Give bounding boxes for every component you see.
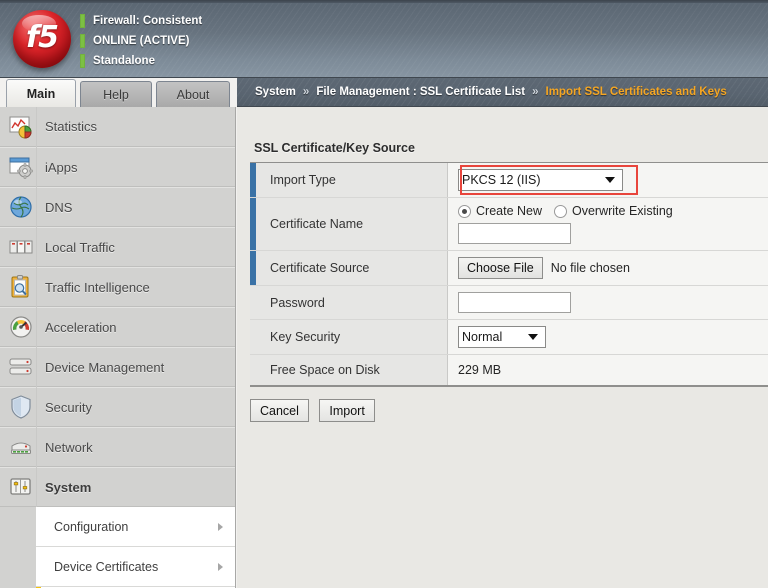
status-indicator-icon (80, 14, 85, 28)
sidebar-label-acceleration: Acceleration (45, 319, 117, 335)
cancel-button[interactable]: Cancel (250, 399, 309, 422)
status-row-standalone: Standalone (80, 52, 202, 70)
tab-about[interactable]: About (156, 81, 230, 107)
security-shield-icon (8, 394, 34, 420)
submenu-label-device-certificates: Device Certificates (54, 559, 159, 574)
form-row-key-security: Key Security Normal (250, 320, 768, 355)
sidebar-label-iapps: iApps (45, 159, 78, 175)
app-header: f5 Firewall: Consistent ONLINE (ACTIVE) … (0, 0, 768, 78)
status-label-online: ONLINE (ACTIVE) (93, 35, 190, 47)
sidebar-label-network: Network (45, 439, 93, 455)
label-certificate-name: Certificate Name (256, 198, 448, 250)
breadcrumb-separator-icon: » (302, 86, 310, 98)
file-status-text: No file chosen (550, 261, 630, 275)
ssl-source-form-table: Import Type PKCS 12 (IIS) Certificate Na… (250, 162, 768, 387)
choose-file-button[interactable]: Choose File (458, 257, 543, 279)
value-password (448, 286, 768, 319)
value-free-space: 229 MB (448, 355, 768, 385)
dns-globe-icon (8, 194, 34, 220)
sidebar-label-security: Security (45, 399, 92, 415)
password-input[interactable] (458, 292, 571, 313)
section-title: SSL Certificate/Key Source (254, 141, 415, 155)
label-certificate-source: Certificate Source (256, 251, 448, 285)
form-action-buttons: Cancel Import (250, 399, 381, 422)
sidebar-label-dns: DNS (45, 199, 73, 215)
label-free-space: Free Space on Disk (256, 355, 448, 385)
f5-logo-label: f5 (26, 19, 59, 55)
radio-label-create-new: Create New (476, 204, 542, 218)
free-space-value: 229 MB (458, 363, 502, 377)
submenu-label-configuration: Configuration (54, 519, 129, 534)
label-import-type: Import Type (256, 163, 448, 197)
sidebar-label-system: System (45, 479, 92, 495)
sidebar-label-statistics: Statistics (45, 119, 98, 134)
form-row-free-space: Free Space on Disk 229 MB (250, 355, 768, 385)
statistics-chart-icon (8, 114, 34, 140)
system-status-list: Firewall: Consistent ONLINE (ACTIVE) Sta… (80, 12, 202, 72)
iapps-window-gear-icon (8, 154, 34, 180)
form-row-certificate-source: Certificate Source Choose File No file c… (250, 251, 768, 286)
key-security-select-wrapper: Normal (458, 326, 546, 348)
radio-overwrite-existing[interactable] (554, 204, 567, 218)
network-switch-icon (8, 434, 34, 460)
device-management-stack-icon (8, 354, 34, 380)
submenu-item-device-certificates[interactable]: Device Certificates (36, 547, 235, 587)
value-key-security: Normal (448, 320, 768, 354)
main-navigation-sidebar: Statistics iApps DNS Local Traffic Traff… (0, 107, 236, 588)
radio-label-overwrite-existing: Overwrite Existing (572, 204, 673, 218)
top-tab-bar: Main Help About (0, 78, 240, 107)
content-area: System » File Management : SSL Certifica… (237, 78, 768, 588)
acceleration-gauge-icon (8, 314, 34, 340)
status-indicator-icon (80, 54, 85, 68)
certificate-name-input[interactable] (458, 223, 571, 244)
traffic-intelligence-clipboard-icon (8, 274, 34, 300)
f5-bigip-admin-screen: f5 Firewall: Consistent ONLINE (ACTIVE) … (0, 0, 768, 588)
value-certificate-source: Choose File No file chosen (448, 251, 768, 285)
breadcrumb-current-page: Import SSL Certificates and Keys (545, 86, 727, 98)
form-row-certificate-name: Certificate Name Create New Overwrite Ex… (250, 198, 768, 251)
local-traffic-servers-icon (8, 234, 34, 260)
breadcrumb-separator-icon: » (532, 86, 539, 98)
form-row-import-type: Import Type PKCS 12 (IIS) (250, 163, 768, 198)
import-type-select-wrapper: PKCS 12 (IIS) (458, 165, 638, 195)
radio-create-new[interactable] (458, 204, 471, 218)
chevron-right-icon (218, 522, 223, 531)
f5-logo-icon: f5 (10, 7, 76, 69)
label-password: Password (256, 286, 448, 319)
sidebar-label-local-traffic: Local Traffic (45, 239, 115, 255)
status-row-online: ONLINE (ACTIVE) (80, 32, 202, 50)
status-row-firewall: Firewall: Consistent (80, 12, 202, 30)
breadcrumb-item-system[interactable]: System (255, 86, 296, 98)
sidebar-label-device-management: Device Management (45, 359, 165, 375)
tab-main[interactable]: Main (6, 79, 76, 107)
import-button[interactable]: Import (319, 399, 375, 422)
status-label-firewall: Firewall: Consistent (93, 15, 203, 27)
breadcrumb-item-file-management[interactable]: File Management : SSL Certificate List (316, 86, 525, 98)
tab-help[interactable]: Help (80, 81, 152, 107)
form-row-password: Password (250, 286, 768, 320)
value-import-type: PKCS 12 (IIS) (448, 163, 768, 197)
key-security-select[interactable]: Normal (458, 326, 546, 348)
breadcrumb: System » File Management : SSL Certifica… (237, 78, 768, 107)
label-key-security: Key Security (256, 320, 448, 354)
system-sliders-icon (8, 474, 34, 500)
certificate-name-radio-group: Create New Overwrite Existing (458, 204, 685, 218)
import-ssl-panel: SSL Certificate/Key Source Import Type P… (237, 107, 768, 588)
submenu-item-configuration[interactable]: Configuration (36, 507, 235, 547)
status-indicator-icon (80, 34, 85, 48)
status-label-standalone: Standalone (93, 55, 155, 67)
sidebar-label-traffic-intelligence: Traffic Intelligence (45, 279, 150, 295)
chevron-right-icon (218, 562, 223, 571)
import-type-select[interactable]: PKCS 12 (IIS) (458, 169, 623, 191)
value-certificate-name: Create New Overwrite Existing (448, 198, 768, 250)
system-submenu: Configuration Device Certificates File M… (36, 107, 235, 588)
